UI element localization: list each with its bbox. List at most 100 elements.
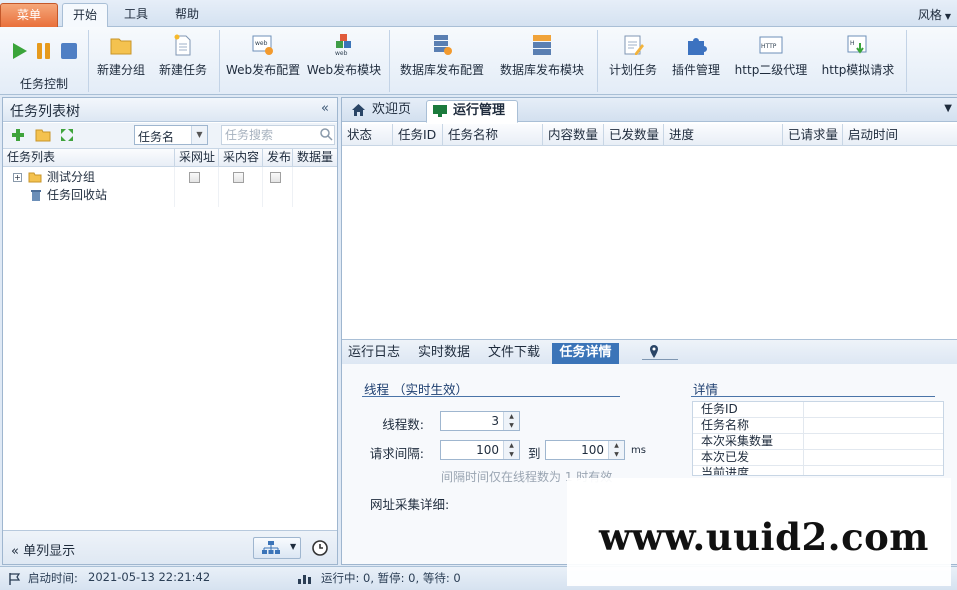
- web-publish-config-button[interactable]: web Web发布配置: [226, 31, 300, 91]
- column-header[interactable]: 任务列表: [3, 149, 175, 167]
- panel-title: 任务列表树: [10, 104, 80, 120]
- task-grid-header: 状态 任务ID 任务名称 内容数量 已发数量 进度 已请求量 启动时间: [342, 124, 957, 146]
- grid-column-header[interactable]: 已发数量: [604, 124, 664, 146]
- new-group-button[interactable]: 新建分组: [94, 31, 148, 91]
- new-group-label: 新建分组: [96, 63, 145, 77]
- column-header[interactable]: 发布: [263, 149, 293, 167]
- style-menu[interactable]: 风格 ▼: [918, 6, 951, 23]
- expand-all-icon[interactable]: [60, 128, 74, 142]
- new-document-icon: [174, 34, 191, 56]
- column-header[interactable]: 采网址: [175, 149, 219, 167]
- group-label-task-control: 任务控制: [20, 77, 69, 91]
- http-simulate-button[interactable]: H http模拟请求: [818, 31, 898, 91]
- tab-divider: [642, 359, 678, 360]
- collapse-left-icon[interactable]: «: [321, 101, 329, 116]
- hierarchy-view-button[interactable]: ▼: [253, 537, 301, 559]
- tab-tools[interactable]: 工具: [114, 3, 158, 27]
- tab-list-dropdown-icon[interactable]: ▼: [944, 103, 952, 114]
- column-header[interactable]: 采内容: [219, 149, 263, 167]
- interval-from-value: 100: [476, 443, 499, 457]
- detail-row-label: 任务ID: [701, 402, 738, 416]
- db-publish-module-label: 数据库发布模块: [499, 63, 584, 77]
- web-publish-module-button[interactable]: web Web发布模块: [306, 31, 382, 91]
- checkbox-collect-url[interactable]: [189, 172, 200, 183]
- start-time-label: 启动时间:: [28, 571, 78, 585]
- group-separator: [88, 30, 89, 92]
- stepper-arrows-icon[interactable]: ▲ ▼: [608, 441, 624, 459]
- grid-column-header[interactable]: 任务名称: [443, 124, 543, 146]
- double-chevron-left-icon: «: [11, 544, 24, 559]
- thread-count-value: 3: [491, 414, 499, 428]
- group-separator: [906, 30, 907, 92]
- plugin-manage-button[interactable]: 插件管理: [668, 31, 724, 91]
- menu-tab[interactable]: 菜单: [0, 3, 58, 27]
- bottom-tabs: 运行日志 实时数据 文件下载 任务详情: [342, 339, 957, 365]
- trash-icon: [31, 190, 41, 201]
- grid-column-header[interactable]: 已请求量: [783, 124, 843, 146]
- pin-icon[interactable]: [648, 345, 660, 359]
- tab-welcome[interactable]: 欢迎页: [346, 100, 424, 122]
- checkbox-publish[interactable]: [270, 172, 281, 183]
- hierarchy-icon: [262, 541, 280, 554]
- db-publish-config-button[interactable]: 数据库发布配置: [397, 31, 487, 91]
- expand-icon[interactable]: +: [13, 173, 22, 182]
- chevron-down-icon: ▼: [191, 126, 207, 144]
- play-pause-stop-icons[interactable]: [10, 39, 80, 63]
- new-task-button[interactable]: 新建任务: [156, 31, 210, 91]
- tab-task-detail[interactable]: 任务详情: [552, 343, 619, 365]
- tree-toolbar: 任务名 ▼: [3, 123, 337, 148]
- http-simulate-label: http模拟请求: [821, 63, 895, 77]
- grid-column-header[interactable]: 启动时间: [843, 124, 957, 146]
- tree-column-header: 任务列表 采网址 采内容 发布 数据量: [3, 148, 337, 167]
- watermark-overlay: www.uuid2.com: [567, 478, 951, 586]
- db-publish-module-button[interactable]: 数据库发布模块: [497, 31, 587, 91]
- tab-start[interactable]: 开始: [62, 3, 108, 28]
- web-publish-config-label: Web发布配置: [226, 63, 301, 77]
- scheduled-task-button[interactable]: 计划任务: [604, 31, 662, 91]
- tab-run-manage[interactable]: 运行管理: [426, 100, 518, 123]
- tab-help[interactable]: 帮助: [164, 3, 210, 27]
- http-proxy-button[interactable]: HTTP http二级代理: [732, 31, 810, 91]
- stepper-arrows-icon[interactable]: ▲ ▼: [503, 441, 519, 459]
- thread-count-stepper[interactable]: 3 ▲ ▼: [440, 411, 520, 431]
- search-icon[interactable]: [319, 127, 333, 141]
- folder-icon[interactable]: [35, 128, 51, 142]
- folder-icon: [110, 38, 132, 55]
- stepper-arrows-icon[interactable]: ▲ ▼: [503, 412, 519, 430]
- interval-to-stepper[interactable]: 100 ▲ ▼: [545, 440, 625, 460]
- tree-item-group[interactable]: + 测试分组: [3, 168, 337, 186]
- start-time-value: 2021-05-13 22:21:42: [88, 570, 211, 584]
- task-search-input[interactable]: [221, 125, 335, 145]
- grid-column-header[interactable]: 内容数量: [543, 124, 604, 146]
- detail-row-label: 本次已发: [701, 450, 750, 464]
- section-underline: [362, 396, 620, 397]
- detail-row: 任务名称: [693, 418, 943, 434]
- flag-icon: [9, 573, 21, 585]
- single-column-toggle[interactable]: « 单列显示: [11, 540, 75, 559]
- style-menu-label: 风格: [917, 8, 942, 22]
- tab-run-log[interactable]: 运行日志: [348, 343, 400, 365]
- add-icon[interactable]: [11, 128, 25, 142]
- web-module-icon: web: [335, 34, 351, 57]
- tab-realtime-data[interactable]: 实时数据: [418, 343, 470, 365]
- clock-icon[interactable]: [311, 539, 329, 557]
- grid-column-header[interactable]: 状态: [342, 124, 393, 146]
- grid-column-header[interactable]: 任务ID: [393, 124, 443, 146]
- tree-item-recycle[interactable]: 任务回收站: [3, 186, 337, 204]
- detail-row-label: 当前进度: [701, 466, 750, 476]
- calendar-edit-icon: [624, 35, 644, 55]
- http-proxy-label: http二级代理: [734, 63, 808, 77]
- ribbon: 任务控制 新建分组 新建任务 web Web发布配置 web Web发布模块 数…: [0, 27, 957, 95]
- interval-from-stepper[interactable]: 100 ▲ ▼: [440, 440, 520, 460]
- tab-file-download[interactable]: 文件下载: [488, 343, 540, 365]
- scheduled-task-label: 计划任务: [608, 63, 657, 77]
- grid-column-header[interactable]: 进度: [664, 124, 783, 146]
- checkbox-collect-content[interactable]: [233, 172, 244, 183]
- group-separator: [219, 30, 220, 92]
- detail-info-table: 任务ID 任务名称 本次采集数量 本次已发 当前进度: [692, 401, 944, 476]
- column-header[interactable]: 数据量: [293, 149, 337, 167]
- database-config-icon: [434, 35, 452, 55]
- detail-row: 当前进度: [693, 466, 943, 476]
- monitor-icon: [433, 105, 447, 117]
- filter-select[interactable]: 任务名 ▼: [134, 125, 208, 145]
